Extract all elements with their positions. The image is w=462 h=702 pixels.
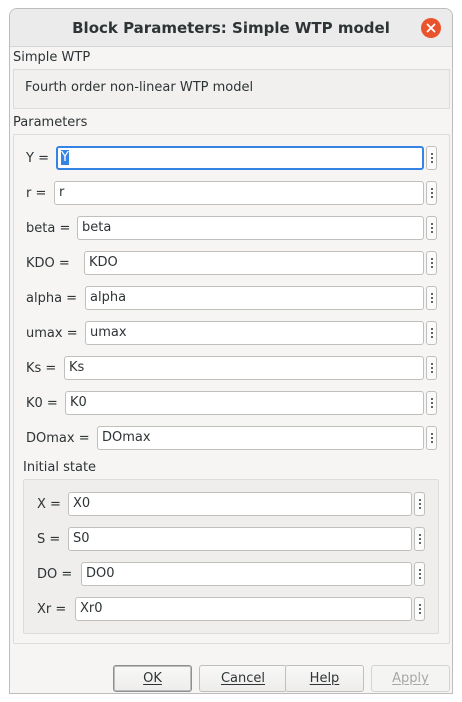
param-input-Ks[interactable]: Ks [64, 356, 424, 380]
init-row-Xr: Xr = Xr0 [37, 597, 429, 621]
param-input-r[interactable]: r [54, 181, 424, 205]
param-menu-KDO[interactable] [426, 251, 437, 275]
param-row-DOmax: DOmax = DOmax [26, 426, 440, 450]
window-title: Block Parameters: Simple WTP model [72, 18, 390, 37]
param-row-alpha: alpha = alpha [26, 286, 440, 310]
param-label-Ks: Ks = [26, 360, 57, 376]
init-input-S[interactable]: S0 [68, 527, 412, 551]
init-menu-S[interactable] [414, 527, 425, 551]
init-menu-Xr[interactable] [414, 597, 425, 621]
ok-button[interactable]: OK [113, 665, 192, 692]
initial-state-label: Initial state [23, 460, 97, 475]
param-row-r: r = r [26, 181, 440, 205]
close-icon [426, 23, 436, 33]
init-row-S: S = S0 [37, 527, 429, 551]
init-input-Xr[interactable]: Xr0 [75, 597, 412, 621]
param-menu-alpha[interactable] [426, 286, 437, 310]
title-bar[interactable]: Block Parameters: Simple WTP model [10, 9, 452, 47]
param-label-DOmax: DOmax = [26, 430, 90, 446]
parameters-label: Parameters [13, 115, 88, 130]
param-input-K0[interactable]: K0 [65, 391, 424, 415]
param-row-Y: Y = Y [26, 146, 440, 170]
param-menu-Ks[interactable] [426, 356, 437, 380]
param-label-beta: beta = [26, 220, 71, 236]
param-input-alpha[interactable]: alpha [85, 286, 424, 310]
param-row-K0: K0 = K0 [26, 391, 440, 415]
param-menu-DOmax[interactable] [426, 426, 437, 450]
block-parameters-dialog: Block Parameters: Simple WTP model Simpl… [9, 8, 453, 694]
param-label-K0: K0 = [26, 395, 58, 411]
param-label-KDO: KDO = [26, 255, 70, 271]
init-menu-X[interactable] [414, 492, 425, 516]
block-description: Fourth order non-linear WTP model [25, 80, 254, 95]
param-menu-beta[interactable] [426, 216, 437, 240]
init-label-Xr: Xr = [37, 601, 67, 617]
init-label-DO: DO = [37, 566, 73, 582]
param-label-alpha: alpha = [26, 290, 78, 306]
param-menu-r[interactable] [426, 181, 437, 205]
param-input-Y[interactable]: Y [56, 146, 424, 170]
close-button[interactable] [421, 18, 441, 38]
param-row-Ks: Ks = Ks [26, 356, 440, 380]
param-menu-Y[interactable] [426, 146, 437, 170]
init-label-S: S = [37, 531, 61, 547]
param-input-KDO[interactable]: KDO [84, 251, 424, 275]
init-input-X[interactable]: X0 [68, 492, 412, 516]
param-row-beta: beta = beta [26, 216, 440, 240]
param-row-KDO: KDO = KDO [26, 251, 440, 275]
help-button[interactable]: Help [285, 665, 364, 692]
cancel-button[interactable]: Cancel [199, 665, 287, 692]
init-menu-DO[interactable] [414, 562, 425, 586]
init-row-X: X = X0 [37, 492, 429, 516]
block-name-label: Simple WTP [13, 50, 91, 65]
param-label-Y: Y = [26, 150, 49, 166]
param-menu-K0[interactable] [426, 391, 437, 415]
param-input-DOmax[interactable]: DOmax [97, 426, 424, 450]
param-label-r: r = [26, 185, 47, 201]
param-row-umax: umax = umax [26, 321, 440, 345]
block-description-box: Fourth order non-linear WTP model [13, 69, 450, 109]
param-input-umax[interactable]: umax [85, 321, 424, 345]
apply-button: Apply [371, 665, 450, 692]
param-menu-umax[interactable] [426, 321, 437, 345]
param-input-beta[interactable]: beta [77, 216, 424, 240]
init-label-X: X = [37, 496, 61, 512]
init-input-DO[interactable]: DO0 [81, 562, 412, 586]
init-row-DO: DO = DO0 [37, 562, 429, 586]
param-label-umax: umax = [26, 325, 78, 341]
